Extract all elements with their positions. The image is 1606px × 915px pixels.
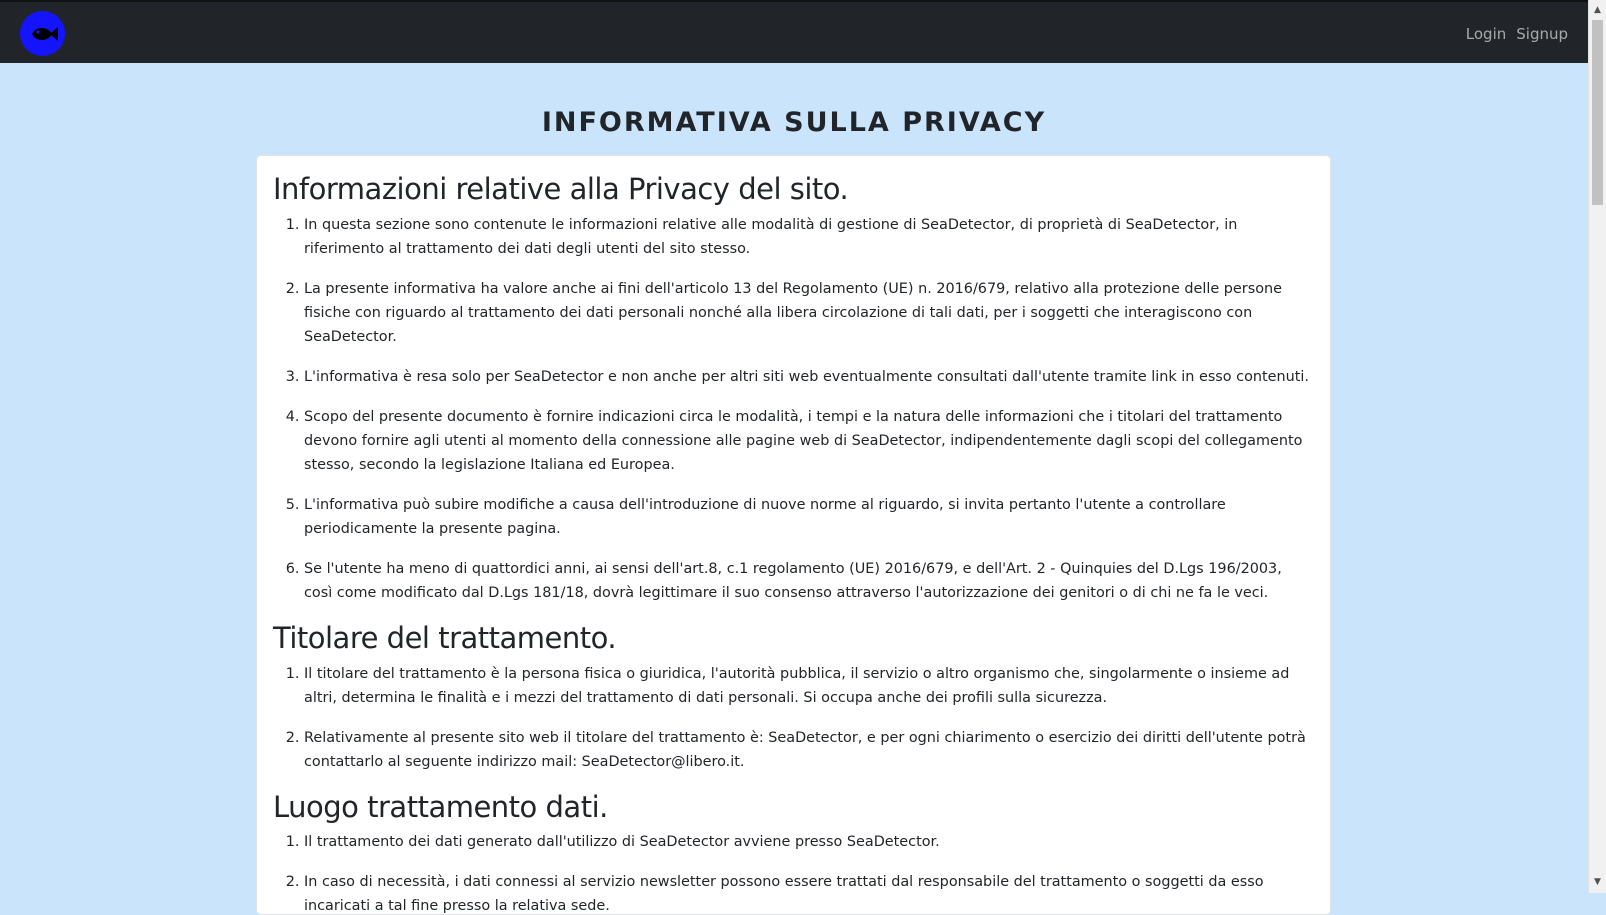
section-heading-luogo: Luogo trattamento dati.: [273, 789, 608, 824]
list-item: Se l'utente ha meno di quattordici anni,…: [304, 557, 1314, 605]
privacy-info-list: In questa sezione sono contenute le info…: [273, 213, 1314, 605]
section-heading-titolare: Titolare del trattamento.: [273, 620, 617, 655]
fish-icon: [31, 26, 58, 41]
signup-link[interactable]: Signup: [1516, 25, 1568, 43]
list-item: L'informativa è resa solo per SeaDetecto…: [304, 365, 1314, 389]
top-navbar: Login Signup: [0, 0, 1588, 63]
list-item: L'informativa può subire modifiche a cau…: [304, 493, 1314, 541]
login-link[interactable]: Login: [1466, 25, 1506, 43]
list-item: Il trattamento dei dati generato dall'ut…: [304, 830, 1314, 854]
scroll-up-icon[interactable]: ▲: [1589, 2, 1606, 19]
luogo-list: Il trattamento dei dati generato dall'ut…: [273, 830, 1314, 914]
list-item: Scopo del presente documento è fornire i…: [304, 405, 1314, 477]
privacy-card: Informazioni relative alla Privacy del s…: [256, 155, 1331, 915]
titolare-list: Il titolare del trattamento è la persona…: [273, 662, 1314, 774]
list-item: Il titolare del trattamento è la persona…: [304, 662, 1314, 710]
section-heading-privacy-info: Informazioni relative alla Privacy del s…: [273, 172, 849, 206]
scroll-down-icon[interactable]: ▼: [1589, 874, 1606, 891]
logo[interactable]: [20, 11, 65, 56]
page-scrollbar[interactable]: ▲ ▼: [1588, 0, 1606, 893]
list-item: La presente informativa ha valore anche …: [304, 277, 1314, 349]
scroll-thumb[interactable]: [1592, 20, 1603, 205]
list-item: Relativamente al presente sito web il ti…: [304, 726, 1314, 774]
list-item: In questa sezione sono contenute le info…: [304, 213, 1314, 261]
page-title: INFORMATIVA SULLA PRIVACY: [541, 107, 1047, 138]
nav-links: Login Signup: [1466, 2, 1568, 65]
